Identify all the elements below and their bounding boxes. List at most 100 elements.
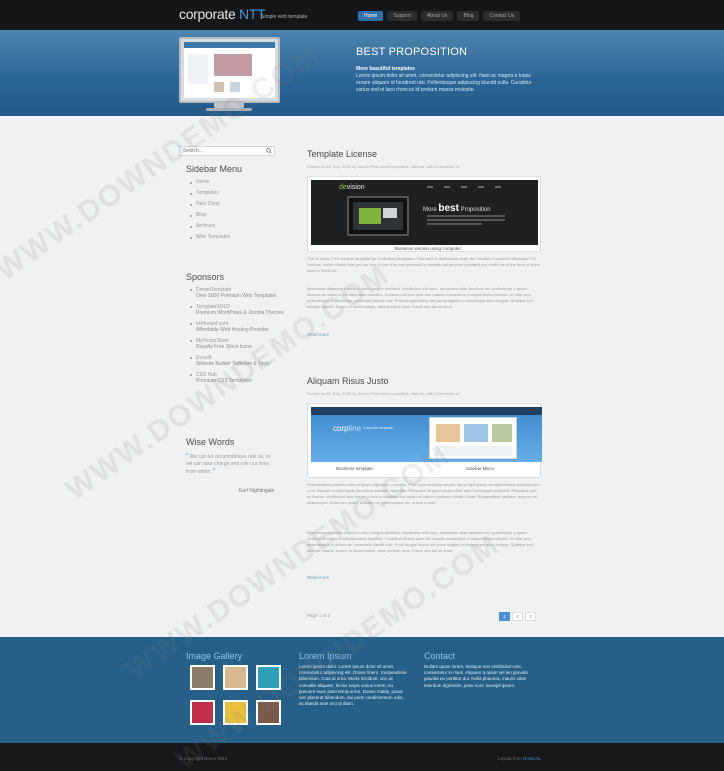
sponsors-title: Sponsors xyxy=(186,272,225,282)
sponsor-item[interactable]: TemplateSOLD Premium WordPress & Joomla T… xyxy=(190,304,284,316)
laptop-illustration xyxy=(347,196,409,236)
hero-subtitle: More beautiful templates xyxy=(356,66,415,72)
sponsor-desc: Premium WordPress & Joomla Themes xyxy=(196,310,284,316)
corpline-logo-text: corp xyxy=(333,424,349,433)
sidebar-menu-item[interactable]: Web Templates xyxy=(190,232,230,243)
credit: Layout from RASCAL xyxy=(498,756,541,761)
quote-open-icon: “ xyxy=(186,453,189,460)
quote-close-icon: ” xyxy=(212,468,216,475)
sponsor-item[interactable]: ImHosted.com Affordable Web Hosting Provi… xyxy=(190,321,284,333)
sidebar-menu-item[interactable]: Archives xyxy=(190,221,230,232)
nav-about-us[interactable]: About Us xyxy=(420,11,454,21)
sidebar-menu-title: Sidebar Menu xyxy=(186,164,243,174)
sidebar-menu-item[interactable]: Blog xyxy=(190,210,230,221)
devision-headline: More best Proposition xyxy=(423,203,491,214)
screen-block xyxy=(230,82,240,92)
monitor-stand-base xyxy=(206,108,252,111)
post-paragraph: Maecenas dignissim mauris in arcu congue… xyxy=(307,286,533,309)
lorem-title: Lorem Ipsum xyxy=(299,651,352,661)
main-nav: Home Support About Us Blog Contact Us xyxy=(358,11,521,21)
devision-screenshot: devision More best Proposition xyxy=(311,180,538,245)
credit-label: Layout from xyxy=(498,756,522,761)
sponsor-desc: Affordable Web Hosting Provider xyxy=(196,327,269,333)
sidebar-menu-item[interactable]: Home xyxy=(190,177,230,188)
post-title[interactable]: Aliquam Risus Justo xyxy=(307,376,389,386)
corpline-tagline: Corporate template xyxy=(363,426,393,430)
contact-text: Nullam quam lorem, tristique non vestibu… xyxy=(424,664,528,688)
nav-blog[interactable]: Blog xyxy=(457,11,480,21)
devision-logo-accent: vision xyxy=(346,184,365,191)
corpline-logo: corpline xyxy=(333,424,361,433)
site-tagline: Simple web template xyxy=(261,14,308,20)
devision-nav xyxy=(427,186,501,188)
post-paragraph: Pellentesque posuere enim et ipsum digni… xyxy=(307,482,541,505)
screen-image xyxy=(214,54,252,76)
post-title[interactable]: Template License xyxy=(307,149,377,159)
screen-block xyxy=(214,82,224,92)
gallery-thumb[interactable] xyxy=(190,700,215,725)
nav-home[interactable]: Home xyxy=(358,11,384,21)
post-image: devision More best Proposition Business … xyxy=(307,176,541,252)
gallery-thumb[interactable] xyxy=(256,665,281,690)
search-icon[interactable] xyxy=(266,148,272,154)
sponsor-desc: Premium CSS Templates xyxy=(196,378,252,384)
hero-text: Lorem ipsum dolor sit amet, consectetur … xyxy=(356,73,532,93)
sponsor-desc: Website Builder Software & Tools xyxy=(196,361,270,367)
sidebar-menu-item[interactable]: Templates xyxy=(190,188,230,199)
corpline-screenshot: corpline Corporate template xyxy=(311,407,542,462)
sidebar-menu-item[interactable]: Nam Dolor xyxy=(190,199,230,210)
pagination: 1 2 3 xyxy=(499,612,536,621)
devision-text-lines xyxy=(427,215,505,227)
corpline-nav xyxy=(311,407,542,415)
post-paragraph: Maecenas dignissim mauris in arcu congue… xyxy=(307,530,533,553)
gallery-thumb[interactable] xyxy=(190,665,215,690)
corpline-page-preview xyxy=(429,417,517,459)
gallery-thumb[interactable] xyxy=(223,665,248,690)
screen-header xyxy=(184,42,275,48)
image-gallery xyxy=(190,665,281,725)
credit-link[interactable]: RASCAL xyxy=(523,756,541,761)
corpline-logo-accent: line xyxy=(348,424,362,433)
search-input-value: Search... xyxy=(183,148,204,154)
devision-logo-text: de xyxy=(339,184,347,191)
sponsor-item[interactable]: CSS Hub Premium CSS Templates xyxy=(190,372,284,384)
sponsors-list: DreamTemplate Over 5000 Premium Web Templ… xyxy=(190,287,284,389)
headline-proposition: Proposition xyxy=(460,207,491,213)
post-image: corpline Corporate template Business tem… xyxy=(307,403,542,478)
post-meta: Posted on 08. Sep, 2010 by Saul in Post … xyxy=(307,391,460,396)
search-input[interactable]: Search... xyxy=(179,146,275,156)
sponsor-desc: Over 5000 Premium Web Templates xyxy=(196,293,277,299)
copyright: © Copyright Name 2010 xyxy=(179,756,228,761)
quote-text: We can let circumstances rule us, or we … xyxy=(186,454,271,475)
image-caption: Business woman using computer xyxy=(395,246,462,251)
bottom-bar xyxy=(0,743,724,771)
quote-author: Earl Nightingale xyxy=(239,488,275,494)
page-button-2[interactable]: 2 xyxy=(512,612,523,621)
site-logo[interactable]: corporate NTT xyxy=(179,6,266,22)
wise-words-title: Wise Words xyxy=(186,437,235,447)
image-caption-left: Business template xyxy=(336,466,373,471)
post-meta: Posted on 08. Sep, 2010 by Saul in Post … xyxy=(307,164,460,169)
devision-logo: devision xyxy=(339,184,365,191)
quote-block: “ We can let circumstances rule us, or w… xyxy=(186,453,276,476)
sponsor-item[interactable]: DreamTemplate Over 5000 Premium Web Templ… xyxy=(190,287,284,299)
sponsor-item[interactable]: Evrsoft Website Builder Software & Tools xyxy=(190,355,284,367)
hero-title: BEST PROPOSITION xyxy=(356,46,468,58)
read-more-link[interactable]: Read more xyxy=(307,332,329,337)
read-more-link[interactable]: Read more xyxy=(307,575,329,580)
monitor-illustration xyxy=(179,37,280,103)
post-paragraph: This is a free CSS website template by C… xyxy=(307,256,540,273)
headline-more: More xyxy=(423,207,437,213)
image-caption-right: Sidebar Menu xyxy=(466,466,495,471)
page-button-1[interactable]: 1 xyxy=(499,612,510,621)
contact-title: Contact xyxy=(424,651,456,661)
page-button-3[interactable]: 3 xyxy=(525,612,536,621)
gallery-title: Image Gallery xyxy=(186,651,243,661)
nav-support[interactable]: Support xyxy=(387,11,417,21)
nav-contact-us[interactable]: Contact Us xyxy=(483,11,521,21)
gallery-thumb[interactable] xyxy=(256,700,281,725)
headline-best: best xyxy=(438,203,459,214)
gallery-thumb[interactable] xyxy=(223,700,248,725)
sponsor-desc: Royalty Free Stock Icons xyxy=(196,344,252,350)
sponsor-item[interactable]: MyVectorStore Royalty Free Stock Icons xyxy=(190,338,284,350)
